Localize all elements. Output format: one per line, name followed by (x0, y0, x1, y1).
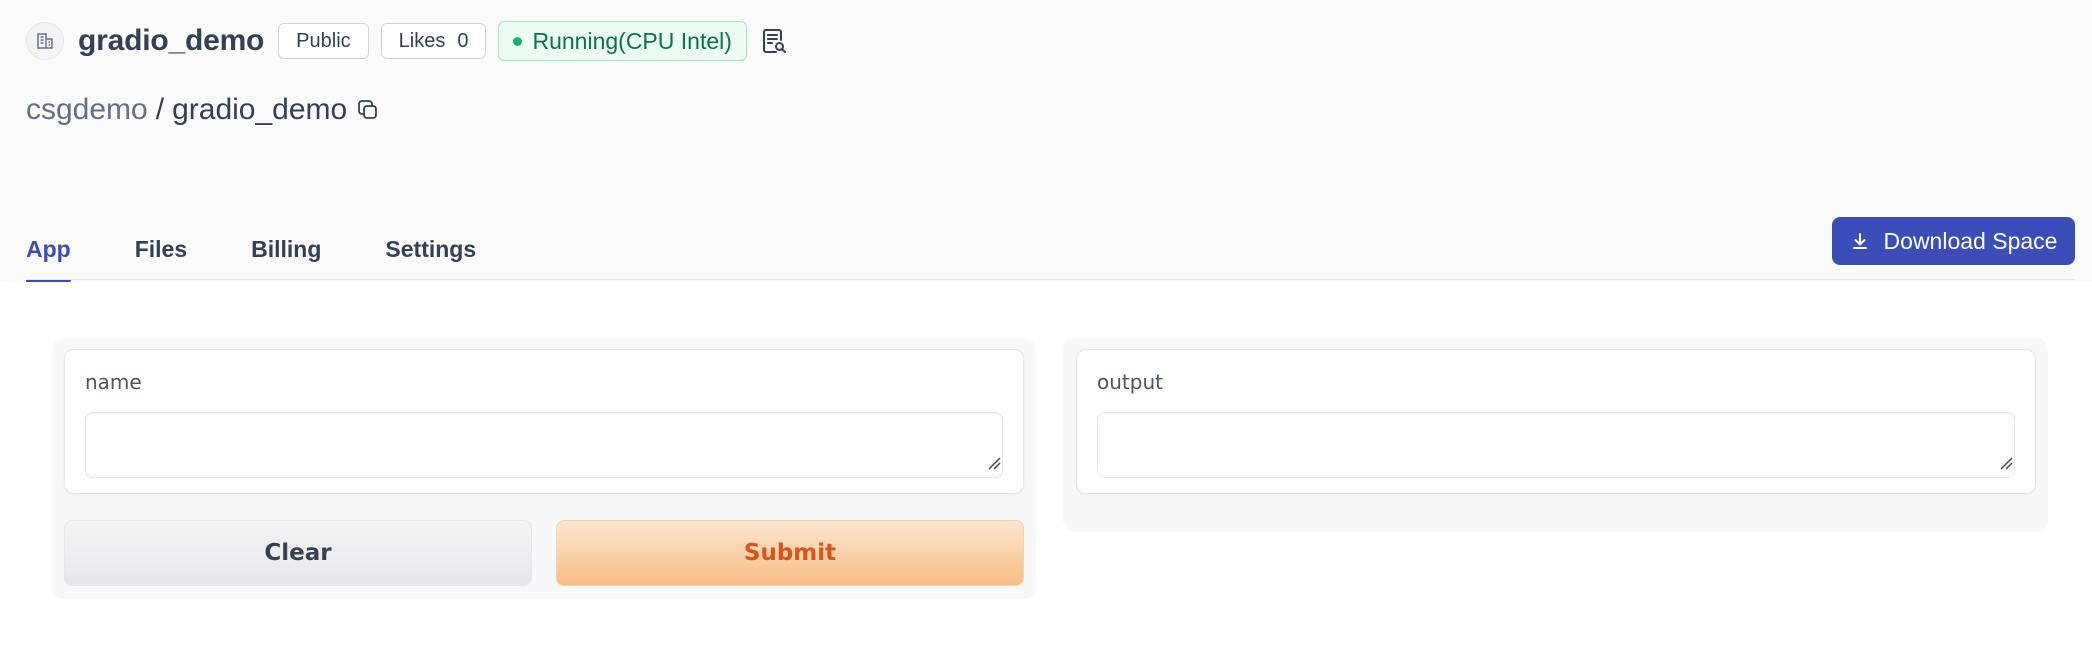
name-textarea[interactable] (85, 412, 1003, 478)
status-dot-icon (513, 36, 523, 46)
likes-count: 0 (457, 29, 469, 52)
status-label: Running(CPU Intel) (532, 27, 732, 54)
breadcrumb-repo: gradio_demo (172, 93, 348, 126)
tab-divider (26, 279, 2075, 280)
breadcrumb-separator: / (155, 93, 165, 126)
visibility-label: Public (296, 29, 351, 52)
output-block: output (1076, 349, 2036, 494)
status-badge: Running(CPU Intel) (498, 21, 747, 61)
submit-button[interactable]: Submit (556, 520, 1024, 586)
report-search-icon[interactable] (761, 27, 787, 55)
download-icon (1850, 231, 1870, 251)
tab-bar: App Files Billing Settings (26, 228, 540, 282)
output-textarea[interactable] (1097, 412, 2015, 478)
output-label: output (1097, 370, 1163, 394)
tab-app[interactable]: App (26, 228, 71, 282)
breadcrumb: csgdemo / gradio_demo (26, 90, 381, 130)
likes-label: Likes (398, 29, 446, 52)
resize-handle-icon[interactable] (987, 456, 1001, 475)
name-block: name (64, 349, 1024, 494)
download-space-button[interactable]: Download Space (1832, 217, 2075, 265)
download-space-label: Download Space (1883, 227, 2058, 254)
visibility-badge: Public (278, 23, 369, 59)
space-name: gradio_demo (78, 24, 265, 57)
input-column: name Clear Submit (52, 338, 1036, 599)
copy-icon[interactable] (355, 97, 381, 123)
tab-billing[interactable]: Billing (251, 228, 321, 281)
tab-files[interactable]: Files (135, 228, 187, 281)
resize-handle-icon[interactable] (1999, 456, 2013, 475)
building-icon[interactable] (26, 22, 64, 60)
name-label: name (85, 370, 142, 394)
clear-button[interactable]: Clear (64, 520, 532, 586)
breadcrumb-owner[interactable]: csgdemo (26, 93, 148, 127)
likes-button[interactable]: Likes 0 (380, 23, 487, 59)
output-column: output (1063, 338, 2048, 532)
tab-settings[interactable]: Settings (385, 228, 476, 281)
space-title-row: gradio_demo Public Likes 0 Running(CPU I… (26, 20, 787, 62)
